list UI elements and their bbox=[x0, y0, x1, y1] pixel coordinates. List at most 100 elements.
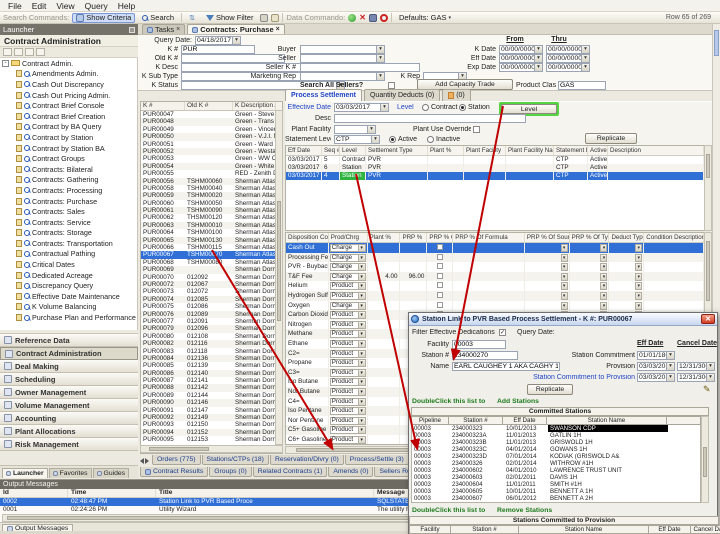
disposition-row[interactable]: PVR - BuybackCharge▾▾▾▾ bbox=[286, 262, 704, 272]
popup-replicate-button[interactable]: Replicate bbox=[527, 384, 573, 395]
show-criteria-button[interactable]: Show Criteria bbox=[72, 13, 135, 23]
column-header[interactable]: PRP % Of bbox=[427, 233, 453, 242]
contract-row[interactable]: PUR00064TSHM00100Sherman Atlas - Fi bbox=[141, 229, 282, 236]
column-header[interactable]: PRP % Of Source bbox=[525, 233, 570, 242]
column-header[interactable]: PRP % Of Formula bbox=[453, 233, 525, 242]
committed-scrollbar[interactable] bbox=[701, 416, 709, 503]
tree-item-contract-brief-creation[interactable]: Contract Brief Creation bbox=[0, 111, 137, 122]
column-header[interactable]: Plant % bbox=[368, 233, 401, 242]
contract-row[interactable]: PUR00073012072Sherman Dornick - bbox=[141, 288, 282, 295]
tree-item-critical-dates[interactable]: Critical Dates bbox=[0, 259, 137, 270]
contract-row[interactable]: PUR00061TSHM00090Sherman Atlas - D bbox=[141, 207, 282, 214]
contract-row[interactable]: PUR00086012140Sherman Dornick - bbox=[141, 370, 282, 377]
chevron-down-icon[interactable]: ▾ bbox=[581, 64, 589, 71]
station-number-field[interactable] bbox=[452, 351, 518, 360]
tree-item-contract-brief-console[interactable]: Contract Brief Console bbox=[0, 100, 137, 111]
column-header[interactable]: Active bbox=[588, 146, 608, 155]
chevron-down-icon[interactable]: ▾ bbox=[600, 263, 607, 271]
close-icon[interactable]: × bbox=[276, 26, 280, 33]
prod-chrg-combo[interactable]: Product▾ bbox=[330, 369, 366, 377]
contract-row[interactable]: PUR00065TSHM00130Sherman Atlas - Ja bbox=[141, 237, 282, 244]
contract-row[interactable]: PUR00084012136Sherman Dornick - bbox=[141, 355, 282, 362]
contract-row[interactable]: PUR00063TSHM00010Sherman Atlas - H bbox=[141, 222, 282, 229]
level-button[interactable]: Level bbox=[501, 104, 557, 114]
sidebar-tool-icon[interactable] bbox=[36, 48, 45, 56]
committed-row[interactable]: 0000323400060302/01/2011DAVIS 1H bbox=[412, 474, 700, 481]
run-icon[interactable] bbox=[348, 14, 356, 22]
tree-item-contracts-service[interactable]: Contracts: Service bbox=[0, 217, 137, 228]
sidebar-tab-favorites[interactable]: Favorites bbox=[49, 468, 92, 478]
tree-item-cash-out-discrepancy[interactable]: Cash Out Discrepancy bbox=[0, 79, 137, 90]
prp-of-checkbox[interactable] bbox=[437, 292, 443, 298]
tree-item-purchase-plan-and-performance[interactable]: Purchase Plan and Performance bbox=[0, 312, 137, 323]
filter-checkbox[interactable]: ✓ bbox=[499, 329, 506, 336]
contract-row[interactable]: PUR00082012116Sherman Dornick - bbox=[141, 340, 282, 347]
chevron-down-icon[interactable]: ▾ bbox=[561, 263, 568, 271]
column-header[interactable]: Station Name bbox=[547, 416, 667, 425]
chevron-down-icon[interactable]: ▾ bbox=[561, 282, 568, 290]
chevron-down-icon[interactable]: ▾ bbox=[534, 55, 542, 62]
menu-item-query[interactable]: Query bbox=[80, 1, 113, 11]
chevron-down-icon[interactable]: ▾ bbox=[635, 302, 642, 310]
column-header[interactable]: Facility bbox=[409, 525, 451, 534]
chevron-down-icon[interactable]: ▾ bbox=[666, 352, 674, 359]
tree-item-cash-out-pricing-admin-[interactable]: Cash Out Pricing Admin. bbox=[0, 90, 137, 101]
chevron-down-icon[interactable]: ▾ bbox=[666, 374, 674, 381]
chevron-down-icon[interactable]: ▾ bbox=[600, 244, 607, 252]
contract-list-hscrollbar[interactable] bbox=[140, 445, 283, 453]
pin-icon[interactable] bbox=[129, 27, 135, 33]
chevron-down-icon[interactable]: ▾ bbox=[534, 46, 542, 53]
show-filter-button[interactable]: Show Filter bbox=[202, 13, 258, 23]
chevron-down-icon[interactable]: ▾ bbox=[376, 46, 384, 53]
chevron-down-icon[interactable]: ▾ bbox=[600, 254, 607, 262]
save-icon[interactable] bbox=[369, 14, 377, 22]
contract-row[interactable]: PUR00059TSHM00020Sherman Atlas - Q bbox=[141, 192, 282, 199]
record-tab-contract-results[interactable]: Contract Results bbox=[140, 467, 208, 477]
contract-row[interactable]: PUR00087012141Sherman Dornick - bbox=[141, 377, 282, 384]
chevron-down-icon[interactable]: ▾ bbox=[635, 292, 642, 300]
column-header[interactable]: Statement Level bbox=[554, 146, 588, 155]
column-header[interactable]: Plant Facility bbox=[464, 146, 506, 155]
popup-title-bar[interactable]: Station Link to PVR Based Process Settle… bbox=[409, 313, 717, 326]
chevron-down-icon[interactable]: ▾ bbox=[380, 104, 388, 111]
contract-row[interactable]: PUR00066TSHM00115Sherman Atlas - H bbox=[141, 244, 282, 251]
chevron-down-icon[interactable]: ▾ bbox=[371, 136, 379, 143]
tree-item-contracts-processing[interactable]: Contracts: Processing bbox=[0, 185, 137, 196]
prod-chrg-combo[interactable]: Charge▾ bbox=[330, 254, 366, 262]
contract-row[interactable]: PUR00089012144Sherman Dornick - bbox=[141, 392, 282, 399]
delete-icon[interactable]: ✕ bbox=[359, 13, 366, 22]
contract-row[interactable]: PUR00079012096Sherman Dornick - bbox=[141, 325, 282, 332]
prp-of-checkbox[interactable] bbox=[437, 254, 443, 260]
tree-item-effective-date-maintenance[interactable]: Effective Date Maintenance bbox=[0, 291, 137, 302]
add-stations-action[interactable]: Add Stations bbox=[497, 398, 539, 405]
chevron-down-icon[interactable]: ▾ bbox=[706, 363, 714, 370]
committed-row[interactable]: 00003234000323C04/01/2014GOWANS 1H bbox=[412, 446, 700, 453]
nav-right-icon[interactable] bbox=[145, 458, 149, 464]
column-header[interactable]: Condition Description bbox=[644, 233, 704, 242]
disposition-row[interactable]: Processing FeeCharge▾▾▾▾ bbox=[286, 253, 704, 263]
chevron-down-icon[interactable]: ▾ bbox=[232, 37, 240, 44]
sidebar-tool-icon[interactable] bbox=[25, 48, 34, 56]
prod-chrg-combo[interactable]: Product▾ bbox=[330, 426, 366, 434]
contract-row[interactable]: PUR00075012086Sherman Dornick - bbox=[141, 303, 282, 310]
committed-row[interactable]: 0000323400032310/01/2013SWANSON CDP bbox=[412, 425, 700, 432]
level-radio-station[interactable] bbox=[459, 104, 466, 111]
contract-row[interactable]: PUR00050Green - V.J.I. NATI bbox=[141, 133, 282, 140]
column-header[interactable]: Eff Date bbox=[503, 416, 547, 425]
prod-chrg-combo[interactable]: Product▾ bbox=[330, 378, 366, 386]
prod-chrg-combo[interactable]: Product▾ bbox=[330, 330, 366, 338]
contract-row[interactable]: PUR00070012092Sherman Dornick - bbox=[141, 274, 282, 281]
record-tab-process-settle-3-[interactable]: Process/Settle (3) bbox=[345, 455, 409, 465]
column-header[interactable]: Plant % bbox=[428, 146, 464, 155]
panel-button-contract-administration[interactable]: Contract Administration bbox=[0, 347, 138, 360]
chevron-down-icon[interactable]: ▾ bbox=[706, 374, 714, 381]
contract-row[interactable]: PUR00048Green - Trans Pac bbox=[141, 118, 282, 125]
panel-button-scheduling[interactable]: Scheduling bbox=[0, 373, 138, 386]
chevron-down-icon[interactable]: ▾ bbox=[635, 282, 642, 290]
column-header[interactable]: Time bbox=[68, 489, 156, 497]
field-seller-k[interactable] bbox=[300, 63, 420, 72]
contract-row[interactable]: PUR00054Green - White & E bbox=[141, 163, 282, 170]
contract-row[interactable]: PUR00077012091Sherman Dornick - bbox=[141, 318, 282, 325]
plant-facility-field[interactable]: ▾ bbox=[334, 125, 376, 134]
panel-button-deal-making[interactable]: Deal Making bbox=[0, 360, 138, 373]
